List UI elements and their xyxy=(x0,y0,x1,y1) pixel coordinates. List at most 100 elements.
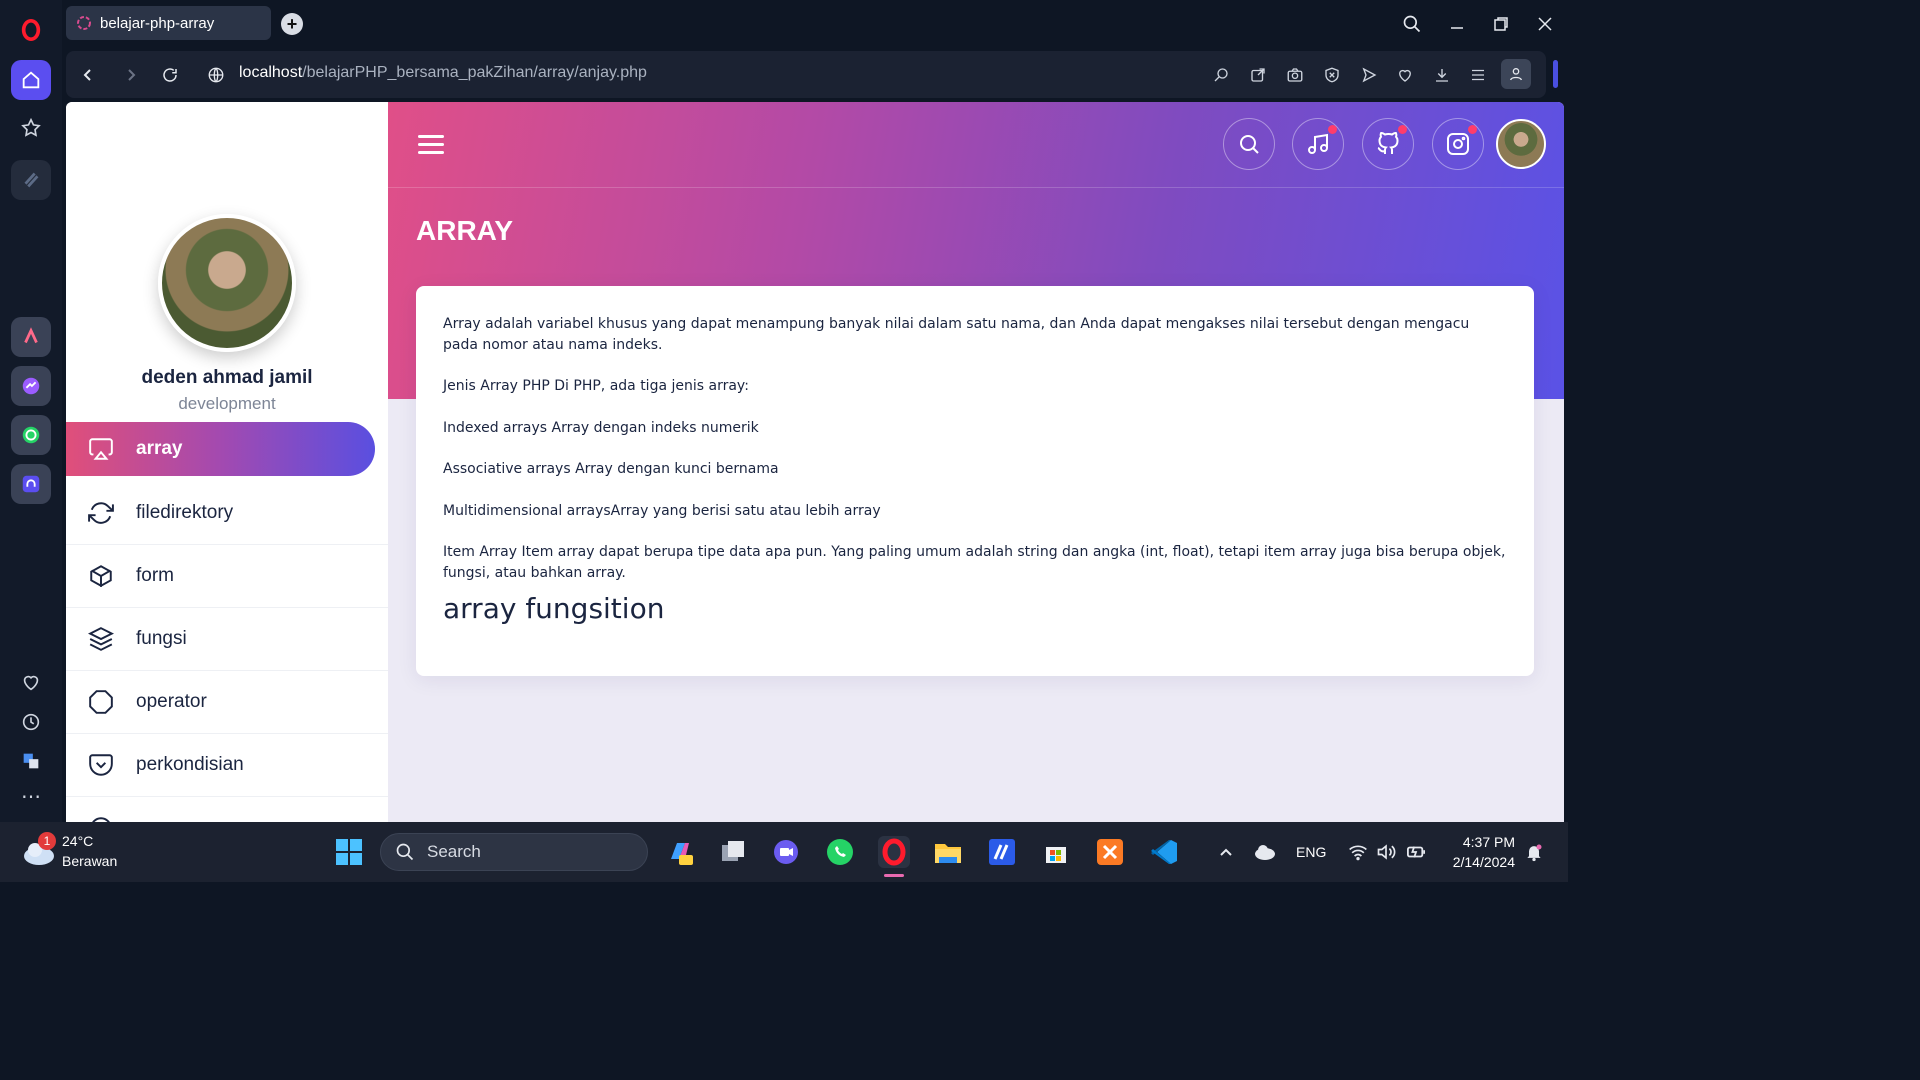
menu-item-partial[interactable] xyxy=(66,797,388,822)
search-button[interactable] xyxy=(1223,118,1275,170)
snapshot-camera-icon[interactable] xyxy=(1283,63,1307,87)
microsoft-store-icon[interactable] xyxy=(1040,836,1072,868)
hamburger-menu-icon[interactable] xyxy=(418,135,444,155)
menu-label: array xyxy=(136,438,183,459)
menu-item-operator[interactable]: operator xyxy=(66,671,388,734)
paragraph: Jenis Array PHP Di PHP, ada tiga jenis a… xyxy=(443,378,749,394)
aria-icon[interactable] xyxy=(11,160,51,200)
tab-belajar-php-array[interactable]: belajar-php-array xyxy=(66,6,271,40)
address-bar: localhost/belajarPHP_bersama_pakZihan/ar… xyxy=(66,51,1546,98)
code-app-icon[interactable] xyxy=(986,836,1018,868)
url-host: localhost xyxy=(239,64,303,81)
taskbar-search[interactable]: Search xyxy=(380,833,648,871)
sidebar-scroll-indicator xyxy=(1553,60,1558,88)
music-player-icon[interactable] xyxy=(11,464,51,504)
easy-setup-icon[interactable] xyxy=(1466,63,1490,87)
heart-icon[interactable] xyxy=(11,662,51,702)
notification-bell-icon[interactable] xyxy=(1518,836,1550,868)
menu-item-form[interactable]: form xyxy=(66,545,388,608)
favorites-heart-icon[interactable] xyxy=(1393,63,1417,87)
octagon-icon xyxy=(89,690,113,714)
profile-role: development xyxy=(178,394,276,413)
adblock-shield-icon[interactable] xyxy=(1320,63,1344,87)
volume-icon[interactable] xyxy=(1370,836,1402,868)
whatsapp-taskbar-icon[interactable] xyxy=(824,836,856,868)
browser-search-icon[interactable] xyxy=(1397,10,1427,38)
minimize-icon[interactable] xyxy=(1442,10,1472,38)
whatsapp-icon[interactable] xyxy=(11,415,51,455)
menu-label: form xyxy=(136,565,174,586)
globe-icon[interactable] xyxy=(204,63,228,87)
paragraph: Multidimensional arraysArray yang berisi… xyxy=(443,502,881,519)
clock-date[interactable]: 2/14/2024 xyxy=(1440,854,1515,870)
menu-item-perkondisian[interactable]: perkondisian xyxy=(66,734,388,797)
main-content: ARRAY Array adalah variabel khusus yang … xyxy=(388,102,1564,822)
menu-item-filedirektory[interactable]: filedirektory xyxy=(66,482,388,545)
flow-send-icon[interactable] xyxy=(1357,63,1381,87)
file-explorer-icon[interactable] xyxy=(932,836,964,868)
sidebar-menu: array filedirektory form fungsi operator… xyxy=(66,422,388,822)
vscode-icon[interactable] xyxy=(1148,836,1180,868)
paragraph: Item Array Item array dapat berupa tipe … xyxy=(443,544,1506,581)
history-clock-icon[interactable] xyxy=(11,702,51,742)
tab-strip: belajar-php-array + xyxy=(62,0,1920,48)
instagram-icon xyxy=(1447,133,1469,155)
weather-badge: 1 xyxy=(38,832,56,850)
tray-chevron-up-icon[interactable] xyxy=(1210,836,1242,868)
notification-dot xyxy=(1328,125,1337,134)
close-icon[interactable] xyxy=(1530,10,1560,38)
weather-temp: 24°C xyxy=(62,833,94,849)
reload-icon[interactable] xyxy=(158,63,182,87)
onedrive-cloud-icon[interactable] xyxy=(1249,836,1281,868)
notification-dot xyxy=(1398,125,1407,134)
tab-title: belajar-php-array xyxy=(100,14,215,32)
url-path: /belajarPHP_bersama_pakZihan/array/anjay… xyxy=(302,64,647,81)
user-avatar[interactable] xyxy=(1496,119,1546,169)
paragraph: Indexed arrays Array dengan indeks numer… xyxy=(443,419,759,436)
url-field[interactable]: localhost/belajarPHP_bersama_pakZihan/ar… xyxy=(239,64,647,82)
battery-icon[interactable] xyxy=(1400,836,1432,868)
profile-icon[interactable] xyxy=(1501,59,1531,89)
forward-icon[interactable] xyxy=(119,63,143,87)
layers-icon xyxy=(88,627,114,651)
opera-sidebar: ⋯ xyxy=(0,0,62,822)
zoom-icon[interactable] xyxy=(1209,63,1233,87)
more-icon[interactable]: ⋯ xyxy=(11,776,51,816)
xampp-icon[interactable] xyxy=(1094,836,1126,868)
top-navbar xyxy=(388,102,1564,188)
github-button[interactable] xyxy=(1362,118,1414,170)
pocket-icon xyxy=(89,754,113,776)
share-icon[interactable] xyxy=(1246,63,1270,87)
menu-item-fungsi[interactable]: fungsi xyxy=(66,608,388,671)
search-icon xyxy=(1240,135,1259,154)
restore-icon[interactable] xyxy=(1486,10,1516,38)
opera-logo-icon[interactable] xyxy=(11,10,51,50)
menu-label: perkondisian xyxy=(136,754,244,775)
page-title: ARRAY xyxy=(416,215,513,246)
app-icon-1[interactable] xyxy=(11,317,51,357)
home-icon[interactable] xyxy=(11,60,51,100)
language-indicator[interactable]: ENG xyxy=(1296,844,1326,860)
back-icon[interactable] xyxy=(76,63,100,87)
clock-time[interactable]: 4:37 PM xyxy=(1445,834,1515,850)
task-view-icon[interactable] xyxy=(717,836,749,868)
menu-label: fungsi xyxy=(136,628,187,649)
page-sidebar: deden ahmad jamil development array file… xyxy=(66,102,388,822)
github-icon xyxy=(1377,132,1399,154)
copilot-icon[interactable] xyxy=(664,836,696,868)
section-heading: array fungsition xyxy=(443,592,665,625)
menu-item-array[interactable]: array xyxy=(66,422,375,476)
paragraph: Array adalah variabel khusus yang dapat … xyxy=(443,316,1470,353)
windows-start-icon[interactable] xyxy=(333,836,365,868)
instagram-button[interactable] xyxy=(1432,118,1484,170)
search-icon xyxy=(396,843,414,861)
new-tab-button[interactable]: + xyxy=(281,13,303,35)
messenger-icon[interactable] xyxy=(11,366,51,406)
opera-taskbar-icon[interactable] xyxy=(878,836,910,868)
download-icon[interactable] xyxy=(1430,63,1454,87)
refresh-icon xyxy=(88,502,114,524)
meet-chat-icon[interactable] xyxy=(770,836,802,868)
music-button[interactable] xyxy=(1292,118,1344,170)
translate-icon[interactable] xyxy=(11,741,51,781)
bookmarks-star-icon[interactable] xyxy=(11,108,51,148)
